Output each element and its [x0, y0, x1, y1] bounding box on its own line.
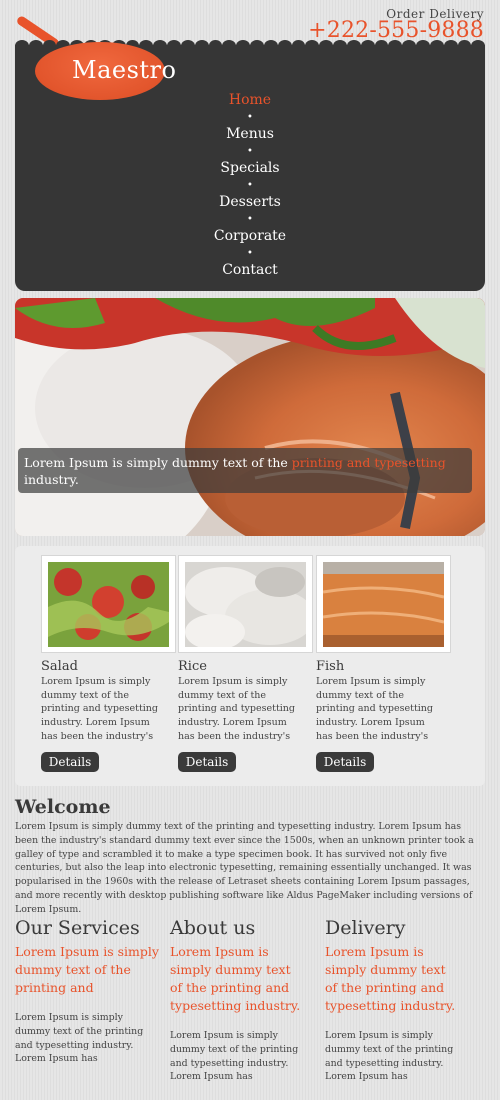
details-button[interactable]: Details [41, 752, 99, 772]
salad-image [48, 562, 169, 647]
nav-item-home[interactable]: Home [15, 92, 485, 109]
column-body-text: Lorem Ipsum is simply dummy text of the … [325, 1030, 454, 1083]
product-thumbnail-frame[interactable] [41, 555, 176, 653]
rice-image [185, 562, 306, 647]
column-our-services: Our Services Lorem Ipsum is simply dummy… [15, 916, 160, 1066]
product-description: Lorem Ipsum is simply dummy text of the … [41, 676, 158, 745]
product-card-rice: Rice Lorem Ipsum is simply dummy text of… [178, 555, 313, 772]
site-logo[interactable]: Maestro [72, 56, 176, 84]
product-card-salad: Salad Lorem Ipsum is simply dummy text o… [41, 555, 176, 772]
nav-separator: • [247, 146, 253, 157]
column-lead-text: Lorem Ipsum is simply dummy text of the … [325, 944, 456, 1013]
product-card-fish: Fish Lorem Ipsum is simply dummy text of… [316, 555, 451, 772]
column-body-text: Lorem Ipsum is simply dummy text of the … [15, 1012, 144, 1065]
product-title: Rice [178, 659, 207, 674]
column-lead-text: Lorem Ipsum is simply dummy text of the … [170, 944, 301, 1013]
column-title: About us [170, 917, 256, 939]
column-about-us: About us Lorem Ipsum is simply dummy tex… [170, 916, 305, 1084]
column-delivery: Delivery Lorem Ipsum is simply dummy tex… [325, 916, 460, 1084]
product-description: Lorem Ipsum is simply dummy text of the … [178, 676, 295, 745]
nav-item-menus[interactable]: Menus [15, 126, 485, 143]
nav-item-desserts[interactable]: Desserts [15, 194, 485, 211]
nav-separator: • [247, 248, 253, 259]
details-button[interactable]: Details [178, 752, 236, 772]
nav-item-corporate[interactable]: Corporate [15, 228, 485, 245]
nav-item-specials[interactable]: Specials [15, 160, 485, 177]
product-title: Fish [316, 659, 345, 674]
hero-caption-end: industry. [24, 472, 79, 487]
product-title: Salad [41, 659, 78, 674]
product-thumbnail-frame[interactable] [178, 555, 313, 653]
hero-caption: Lorem Ipsum is simply dummy text of the … [18, 448, 472, 493]
hero-food-image [15, 298, 485, 536]
hero-caption-text: Lorem Ipsum is simply dummy text of the [24, 455, 292, 470]
welcome-paragraph: Lorem Ipsum is simply dummy text of the … [15, 821, 474, 915]
column-title: Delivery [325, 917, 406, 939]
product-description: Lorem Ipsum is simply dummy text of the … [316, 676, 433, 745]
welcome-heading: Welcome [15, 796, 111, 818]
fish-image [323, 562, 444, 647]
hero-caption-highlight[interactable]: printing and typesetting [292, 455, 446, 470]
column-body-text: Lorem Ipsum is simply dummy text of the … [170, 1030, 299, 1083]
column-title: Our Services [15, 917, 140, 939]
nav-separator: • [247, 180, 253, 191]
nav-separator: • [247, 214, 253, 225]
nav-separator: • [247, 112, 253, 123]
main-nav: Home • Menus • Specials • Desserts • Cor… [15, 92, 485, 279]
column-lead-text: Lorem Ipsum is simply dummy text of the … [15, 944, 159, 995]
details-button[interactable]: Details [316, 752, 374, 772]
nav-item-contact[interactable]: Contact [15, 262, 485, 279]
product-thumbnail-frame[interactable] [316, 555, 451, 653]
